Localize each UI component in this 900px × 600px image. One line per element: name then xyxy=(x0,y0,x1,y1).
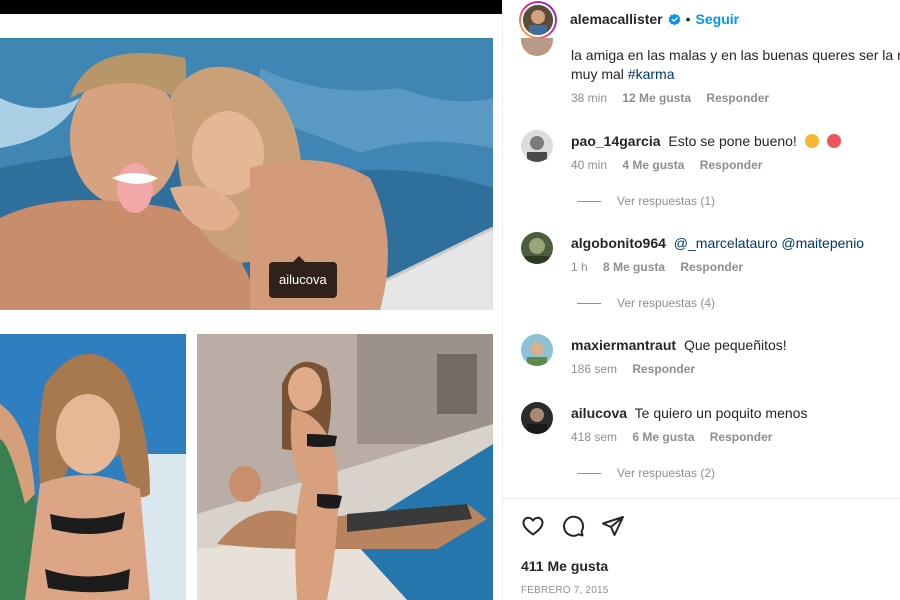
post-header: alemacallister • Seguir xyxy=(503,0,900,39)
comment-username[interactable]: pao_14garcia xyxy=(571,133,661,149)
post-photo-bottom-left[interactable] xyxy=(0,334,186,600)
comment-avatar[interactable] xyxy=(521,130,553,162)
comment-likes[interactable]: 4 Me gusta xyxy=(622,158,684,172)
comment-avatar[interactable] xyxy=(521,402,553,434)
comment-time[interactable]: 418 sem xyxy=(571,430,617,444)
comment-icon[interactable] xyxy=(561,514,585,538)
replies-line xyxy=(577,472,601,474)
comment-meta: 40 min 4 Me gusta Responder xyxy=(571,158,774,172)
reply-button[interactable]: Responder xyxy=(710,430,773,444)
view-replies-label: Ver respuestas (2) xyxy=(617,466,716,480)
comment-likes[interactable]: 6 Me gusta xyxy=(632,430,694,444)
reply-button[interactable]: Responder xyxy=(706,91,769,105)
comment-avatar[interactable] xyxy=(521,334,553,366)
comment-time[interactable]: 38 min xyxy=(571,91,607,105)
reply-button[interactable]: Responder xyxy=(632,362,695,376)
comment-time[interactable]: 40 min xyxy=(571,158,607,172)
heart-icon[interactable] xyxy=(521,514,545,538)
header-separator: • xyxy=(685,11,691,27)
follow-button[interactable]: Seguir xyxy=(696,11,740,27)
comment-text-partial: la amiga en las malas y en las buenas qu… xyxy=(571,47,900,82)
author-avatar[interactable] xyxy=(519,1,557,39)
comment-meta: 1 h 8 Me gusta Responder xyxy=(571,260,755,274)
paper-plane-icon[interactable] xyxy=(601,514,625,538)
view-replies-label: Ver respuestas (1) xyxy=(617,194,716,208)
comments-list[interactable]: la amiga en las malas y en las buenas qu… xyxy=(503,38,900,498)
comment-meta: 418 sem 6 Me gusta Responder xyxy=(571,430,784,444)
post-likes-count[interactable]: 411 Me gusta xyxy=(521,558,608,574)
reply-button[interactable]: Responder xyxy=(680,260,743,274)
replies-line xyxy=(577,200,601,202)
replies-line xyxy=(577,302,601,304)
post-photo-main[interactable]: ailucova xyxy=(0,38,493,310)
heart-eyes-emoji-icon xyxy=(826,134,841,148)
smiling-face-emoji-icon xyxy=(804,134,819,148)
top-black-bar xyxy=(0,0,502,14)
post-details-panel: alemacallister • Seguir la amiga en las … xyxy=(502,0,900,600)
comment-text: Esto se pone bueno! xyxy=(668,133,797,149)
comment-username[interactable]: maxiermantraut xyxy=(571,337,676,353)
comment-username[interactable]: algobonito964 xyxy=(571,235,666,251)
comment-username[interactable]: ailucova xyxy=(571,405,627,421)
view-replies-button[interactable]: Ver respuestas (1) xyxy=(577,194,715,208)
comment-avatar[interactable] xyxy=(521,232,553,264)
hashtag-link[interactable]: #karma xyxy=(628,66,675,82)
comment-text: Que pequeñitos! xyxy=(683,337,787,353)
mention-link[interactable]: @_marcelatauro xyxy=(674,235,778,251)
reply-button[interactable]: Responder xyxy=(700,158,763,172)
photo-user-tag[interactable]: ailucova xyxy=(269,256,337,298)
comment-time[interactable]: 1 h xyxy=(571,260,588,274)
comment-likes[interactable]: 12 Me gusta xyxy=(622,91,691,105)
view-replies-label: Ver respuestas (4) xyxy=(617,296,716,310)
comment-time[interactable]: 186 sem xyxy=(571,362,617,376)
comment-likes[interactable]: 8 Me gusta xyxy=(603,260,665,274)
comment-meta: 38 min 12 Me gusta Responder xyxy=(571,91,781,105)
post-photo-bottom-right[interactable] xyxy=(197,334,493,600)
section-divider xyxy=(503,498,900,499)
view-replies-button[interactable]: Ver respuestas (2) xyxy=(577,466,715,480)
post-media-panel: ailucova xyxy=(0,0,502,600)
view-replies-button[interactable]: Ver respuestas (4) xyxy=(577,296,715,310)
comment-text: Te quiero un poquito menos xyxy=(634,405,808,421)
comment-meta: 186 sem Responder xyxy=(571,362,707,376)
mention-link[interactable]: @maitepenio xyxy=(781,235,864,251)
comment-avatar[interactable] xyxy=(521,38,553,56)
post-actions xyxy=(521,514,625,538)
author-username[interactable]: alemacallister xyxy=(570,11,663,27)
verified-badge-icon xyxy=(668,13,680,25)
post-date: FEBRERO 7, 2015 xyxy=(521,585,609,596)
